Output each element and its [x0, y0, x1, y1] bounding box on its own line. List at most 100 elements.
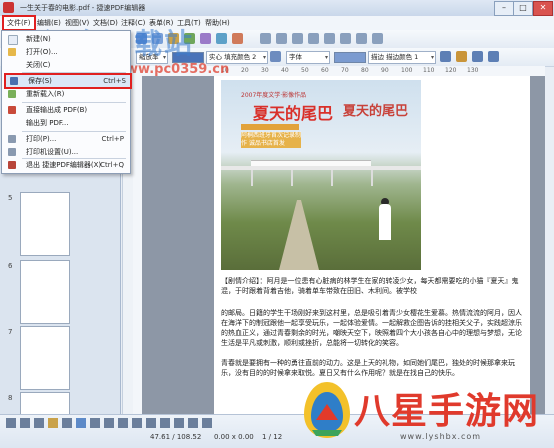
bridge-pillar [331, 170, 333, 186]
page-thumbnail-5[interactable] [20, 192, 70, 256]
ellipse-tool-icon[interactable] [104, 418, 114, 428]
paragraph-1: 【剧情介绍】：阿月是一位患有心脏病的林学生在家的转凌少女，每天都需要吃的小猫『夏… [221, 277, 519, 295]
bridge-pillar [371, 170, 373, 186]
page-thumbnail-6[interactable] [20, 260, 70, 324]
rect-tool-icon[interactable] [90, 418, 100, 428]
paste-icon[interactable] [232, 33, 243, 44]
crop-tool-icon[interactable] [174, 418, 184, 428]
selection-size: 0.00 x 0.00 [214, 433, 254, 441]
ruler-tick: 90 [381, 67, 389, 74]
road [279, 200, 319, 270]
ruler-tick: 120 [445, 67, 457, 74]
line-style-icon[interactable] [270, 51, 281, 62]
chevron-down-icon: ▾ [430, 54, 434, 61]
arrange-icon[interactable] [472, 51, 483, 62]
file-menu-close[interactable]: 关闭(C) [4, 59, 128, 71]
text-tool-icon[interactable] [292, 33, 303, 44]
reload-icon [8, 90, 16, 98]
document-area: 2007年度文学·影像作品 夏天的尾巴 夏天的尾巴 阿桐西班牙首次记录制作 诚品… [142, 76, 545, 414]
minimize-button[interactable]: – [494, 1, 514, 16]
file-menu-print[interactable]: 打印(P)... Ctrl+P [4, 133, 128, 145]
align-icon[interactable] [440, 51, 451, 62]
window-title: 一生关于春的电影.pdf - 捷速PDF编辑器 [20, 4, 146, 12]
maximize-button[interactable]: □ [513, 1, 533, 16]
ruler-tick: 100 [401, 67, 413, 74]
menu-help[interactable]: 帮助(H) [202, 17, 233, 29]
cover-subtitle: 阿桐西班牙首次记录制作 诚品书店首发 [241, 132, 302, 148]
bridge-pillar [291, 170, 293, 186]
lock-icon[interactable] [488, 51, 499, 62]
new-doc-icon [8, 35, 18, 45]
printer-setup-icon [8, 148, 16, 156]
stamp-tool-icon[interactable] [132, 418, 142, 428]
select-tool-icon[interactable] [276, 33, 287, 44]
title-bar: 一生关于春的电影.pdf - 捷速PDF编辑器 – □ ✕ [0, 0, 554, 17]
file-menu-output-pdf[interactable]: 输出到 PDF... [4, 117, 128, 129]
file-menu-export-pdf[interactable]: 直接输出成 PDF(B) [4, 104, 128, 116]
paragraph-3: 青春就是要拥有一种的勇往直前的动力。这是上天的礼物，如同她们尾巴，独处的时候那拿… [221, 359, 515, 377]
cover-banner-bar [241, 124, 299, 130]
cover-title-right: 夏天的尾巴 [343, 104, 409, 119]
zoom-in-icon[interactable] [324, 33, 335, 44]
page-indicator: 1 / 12 [262, 433, 283, 441]
stroke-swatch[interactable] [334, 52, 366, 63]
chevron-down-icon: ▾ [324, 54, 328, 61]
cover-title-left: 夏天的尾巴 [253, 104, 334, 123]
cover-banner: 2007年度文学·影像作品 [241, 92, 307, 99]
cursor-coordinates: 47.61 / 108.52 [150, 433, 202, 441]
chevron-down-icon: ▾ [262, 54, 266, 61]
link-tool-icon[interactable] [146, 418, 156, 428]
pointer-tool-icon[interactable] [6, 418, 16, 428]
app-icon [3, 2, 14, 13]
hand-tool-icon[interactable] [260, 33, 271, 44]
polygon-tool-icon[interactable] [118, 418, 128, 428]
file-menu-exit[interactable]: 退出 捷速PDF编辑器(X) Ctrl+Q [4, 159, 128, 171]
line-tool-icon[interactable] [20, 418, 30, 428]
image-tool-icon[interactable] [76, 418, 86, 428]
site-logo-icon [304, 382, 350, 438]
file-menu-dropdown: 新建(N) 打开(O)... 关闭(C) 保存(S) Ctrl+S 重新载入(R… [1, 30, 132, 174]
ruler-tick: 80 [361, 67, 369, 74]
link-icon[interactable] [372, 33, 383, 44]
bridge-pillar [251, 170, 253, 186]
stroke-color-name: 描边颜色 1 [386, 53, 419, 61]
ruler-tick: 70 [341, 67, 349, 74]
stroke-label: 描边 [371, 53, 384, 61]
zoom-nav-icon[interactable] [202, 418, 212, 428]
site-url: www.lyshbx.com [400, 432, 482, 441]
image-tool-icon[interactable] [308, 33, 319, 44]
text-tool-icon[interactable] [62, 418, 72, 428]
file-menu-reload[interactable]: 重新载入(R) [4, 88, 128, 100]
stroke-combo[interactable]: 描边 描边颜色 1 ▾ [368, 51, 436, 64]
file-menu-new[interactable]: 新建(N) [4, 33, 128, 45]
cut-icon[interactable] [200, 33, 211, 44]
page-thumbnail-7[interactable] [20, 326, 70, 390]
open-folder-icon [8, 48, 16, 56]
thumbnail-number: 5 [8, 194, 13, 202]
rotate-icon[interactable] [356, 33, 367, 44]
site-name: 八星手游网 [354, 391, 540, 432]
cover-image: 2007年度文学·影像作品 夏天的尾巴 夏天的尾巴 阿桐西班牙首次记录制作 诚品… [221, 80, 421, 270]
fill-label: 实心 [209, 53, 222, 61]
arrow-tool-icon[interactable] [34, 418, 44, 428]
zoom-out-icon[interactable] [340, 33, 351, 44]
file-menu-printer-setup[interactable]: 打印机设置(U)... [4, 146, 128, 158]
file-menu-save[interactable]: 保存(S) Ctrl+S [4, 73, 132, 89]
group-icon[interactable] [456, 51, 467, 62]
page-nav-icon[interactable] [188, 418, 198, 428]
measure-tool-icon[interactable] [160, 418, 170, 428]
copy-icon[interactable] [216, 33, 227, 44]
page-thumbnail-8[interactable] [20, 392, 70, 416]
pdf-icon [8, 106, 16, 114]
pencil-tool-icon[interactable] [48, 418, 58, 428]
close-button[interactable]: ✕ [533, 1, 553, 16]
menu-file[interactable]: 文件(F) [2, 15, 36, 31]
thumbnail-number: 8 [8, 394, 13, 402]
pdf-page[interactable]: 2007年度文学·影像作品 夏天的尾巴 夏天的尾巴 阿桐西班牙首次记录制作 诚品… [214, 76, 530, 414]
ruler-tick: 110 [423, 67, 435, 74]
font-combo[interactable]: 字体 ▾ [286, 51, 330, 64]
file-menu-open[interactable]: 打开(O)... [4, 46, 128, 58]
fill-color-name: 填充颜色 2 [224, 53, 257, 61]
menu-separator [22, 131, 126, 132]
ruler-tick: 50 [301, 67, 309, 74]
